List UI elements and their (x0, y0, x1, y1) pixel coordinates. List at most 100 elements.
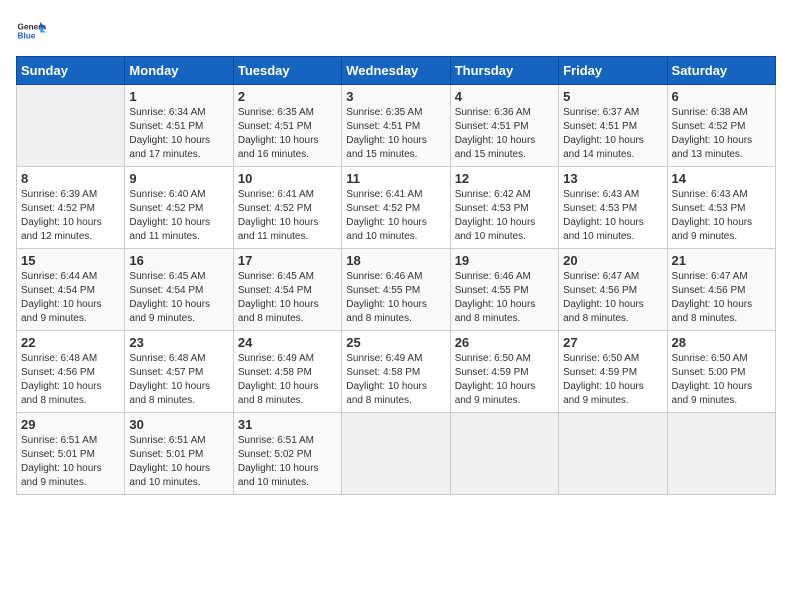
day-number: 19 (455, 253, 554, 268)
calendar-cell: 8 Sunrise: 6:39 AMSunset: 4:52 PMDaylight… (17, 167, 125, 249)
day-info: Sunrise: 6:51 AMSunset: 5:01 PMDaylight:… (129, 434, 228, 490)
day-number: 8 (21, 171, 120, 186)
day-number: 26 (455, 335, 554, 350)
day-info: Sunrise: 6:50 AMSunset: 4:59 PMDaylight:… (563, 352, 662, 408)
calendar-week-row: 22 Sunrise: 6:48 AMSunset: 4:56 PMDayligh… (17, 331, 776, 413)
day-number: 18 (346, 253, 445, 268)
calendar-cell: 3 Sunrise: 6:35 AMSunset: 4:51 PMDaylight… (342, 85, 450, 167)
day-info: Sunrise: 6:40 AMSunset: 4:52 PMDaylight:… (129, 188, 228, 244)
page-header: General Blue (16, 16, 776, 46)
day-info: Sunrise: 6:47 AMSunset: 4:56 PMDaylight:… (672, 270, 771, 326)
day-number: 5 (563, 89, 662, 104)
calendar-cell: 22 Sunrise: 6:48 AMSunset: 4:56 PMDayligh… (17, 331, 125, 413)
day-number: 17 (238, 253, 337, 268)
day-info: Sunrise: 6:50 AMSunset: 5:00 PMDaylight:… (672, 352, 771, 408)
calendar-cell (450, 413, 558, 495)
calendar-cell: 24Sunrise: 6:49 AMSunset: 4:58 PMDayligh… (233, 331, 341, 413)
day-number: 28 (672, 335, 771, 350)
day-number: 3 (346, 89, 445, 104)
day-header-tuesday: Tuesday (233, 57, 341, 85)
day-number: 2 (238, 89, 337, 104)
day-number: 12 (455, 171, 554, 186)
calendar-cell: 16 Sunrise: 6:45 AMSunset: 4:54 PMDayligh… (125, 249, 233, 331)
day-info: Sunrise: 6:37 AMSunset: 4:51 PMDaylight:… (563, 106, 662, 162)
day-info: Sunrise: 6:48 AMSunset: 4:56 PMDaylight:… (21, 352, 120, 408)
day-info: Sunrise: 6:50 AMSunset: 4:59 PMDaylight:… (455, 352, 554, 408)
day-number: 14 (672, 171, 771, 186)
logo-icon: General Blue (16, 16, 46, 46)
calendar-cell: 6 Sunrise: 6:38 AMSunset: 4:52 PMDaylight… (667, 85, 775, 167)
day-number: 11 (346, 171, 445, 186)
calendar-cell: 23 Sunrise: 6:48 AMSunset: 4:57 PMDayligh… (125, 331, 233, 413)
day-number: 22 (21, 335, 120, 350)
day-info: Sunrise: 6:39 AMSunset: 4:52 PMDaylight:… (21, 188, 120, 244)
calendar-cell (667, 413, 775, 495)
day-number: 27 (563, 335, 662, 350)
calendar-cell: 29 Sunrise: 6:51 AMSunset: 5:01 PMDayligh… (17, 413, 125, 495)
calendar-cell: 12 Sunrise: 6:42 AMSunset: 4:53 PMDayligh… (450, 167, 558, 249)
day-number: 4 (455, 89, 554, 104)
day-info: Sunrise: 6:46 AMSunset: 4:55 PMDaylight:… (455, 270, 554, 326)
day-number: 10 (238, 171, 337, 186)
calendar-cell: 31Sunrise: 6:51 AMSunset: 5:02 PMDayligh… (233, 413, 341, 495)
calendar-week-row: 1Sunrise: 6:34 AMSunset: 4:51 PMDaylight… (17, 85, 776, 167)
day-info: Sunrise: 6:49 AMSunset: 4:58 PMDaylight:… (346, 352, 445, 408)
day-info: Sunrise: 6:44 AMSunset: 4:54 PMDaylight:… (21, 270, 120, 326)
calendar-cell: 19 Sunrise: 6:46 AMSunset: 4:55 PMDayligh… (450, 249, 558, 331)
day-number: 13 (563, 171, 662, 186)
day-number: 21 (672, 253, 771, 268)
calendar-cell (17, 85, 125, 167)
day-number: 23 (129, 335, 228, 350)
day-number: 30 (129, 417, 228, 432)
calendar-cell (342, 413, 450, 495)
svg-text:Blue: Blue (18, 32, 36, 41)
day-info: Sunrise: 6:43 AMSunset: 4:53 PMDaylight:… (672, 188, 771, 244)
day-info: Sunrise: 6:45 AMSunset: 4:54 PMDaylight:… (238, 270, 337, 326)
calendar-week-row: 29 Sunrise: 6:51 AMSunset: 5:01 PMDayligh… (17, 413, 776, 495)
calendar-cell: 14 Sunrise: 6:43 AMSunset: 4:53 PMDayligh… (667, 167, 775, 249)
calendar-cell: 28 Sunrise: 6:50 AMSunset: 5:00 PMDayligh… (667, 331, 775, 413)
calendar-cell: 25 Sunrise: 6:49 AMSunset: 4:58 PMDayligh… (342, 331, 450, 413)
day-info: Sunrise: 6:41 AMSunset: 4:52 PMDaylight:… (346, 188, 445, 244)
calendar-cell: 2 Sunrise: 6:35 AMSunset: 4:51 PMDaylight… (233, 85, 341, 167)
day-info: Sunrise: 6:48 AMSunset: 4:57 PMDaylight:… (129, 352, 228, 408)
day-info: Sunrise: 6:38 AMSunset: 4:52 PMDaylight:… (672, 106, 771, 162)
calendar-cell: 15 Sunrise: 6:44 AMSunset: 4:54 PMDayligh… (17, 249, 125, 331)
calendar-cell: 26 Sunrise: 6:50 AMSunset: 4:59 PMDayligh… (450, 331, 558, 413)
calendar-week-row: 8 Sunrise: 6:39 AMSunset: 4:52 PMDaylight… (17, 167, 776, 249)
calendar-cell: 9Sunrise: 6:40 AMSunset: 4:52 PMDaylight… (125, 167, 233, 249)
day-info: Sunrise: 6:51 AMSunset: 5:01 PMDaylight:… (21, 434, 120, 490)
calendar-cell: 1Sunrise: 6:34 AMSunset: 4:51 PMDaylight… (125, 85, 233, 167)
day-info: Sunrise: 6:51 AMSunset: 5:02 PMDaylight:… (238, 434, 337, 490)
calendar-cell: 17 Sunrise: 6:45 AMSunset: 4:54 PMDayligh… (233, 249, 341, 331)
day-info: Sunrise: 6:41 AMSunset: 4:52 PMDaylight:… (238, 188, 337, 244)
day-info: Sunrise: 6:47 AMSunset: 4:56 PMDaylight:… (563, 270, 662, 326)
day-header-wednesday: Wednesday (342, 57, 450, 85)
logo: General Blue (16, 16, 46, 46)
day-number: 25 (346, 335, 445, 350)
day-info: Sunrise: 6:35 AMSunset: 4:51 PMDaylight:… (346, 106, 445, 162)
day-number: 6 (672, 89, 771, 104)
day-header-sunday: Sunday (17, 57, 125, 85)
calendar-cell (559, 413, 667, 495)
day-header-friday: Friday (559, 57, 667, 85)
calendar-cell: 13Sunrise: 6:43 AMSunset: 4:53 PMDayligh… (559, 167, 667, 249)
day-number: 15 (21, 253, 120, 268)
day-info: Sunrise: 6:35 AMSunset: 4:51 PMDaylight:… (238, 106, 337, 162)
calendar-cell: 21 Sunrise: 6:47 AMSunset: 4:56 PMDayligh… (667, 249, 775, 331)
day-number: 16 (129, 253, 228, 268)
calendar-table: SundayMondayTuesdayWednesdayThursdayFrid… (16, 56, 776, 495)
day-info: Sunrise: 6:36 AMSunset: 4:51 PMDaylight:… (455, 106, 554, 162)
day-number: 1 (129, 89, 228, 104)
calendar-cell: 4 Sunrise: 6:36 AMSunset: 4:51 PMDaylight… (450, 85, 558, 167)
calendar-cell: 30 Sunrise: 6:51 AMSunset: 5:01 PMDayligh… (125, 413, 233, 495)
day-info: Sunrise: 6:45 AMSunset: 4:54 PMDaylight:… (129, 270, 228, 326)
day-header-thursday: Thursday (450, 57, 558, 85)
day-info: Sunrise: 6:42 AMSunset: 4:53 PMDaylight:… (455, 188, 554, 244)
day-number: 24 (238, 335, 337, 350)
calendar-header-row: SundayMondayTuesdayWednesdayThursdayFrid… (17, 57, 776, 85)
calendar-cell: 20Sunrise: 6:47 AMSunset: 4:56 PMDayligh… (559, 249, 667, 331)
day-number: 29 (21, 417, 120, 432)
day-header-saturday: Saturday (667, 57, 775, 85)
day-info: Sunrise: 6:46 AMSunset: 4:55 PMDaylight:… (346, 270, 445, 326)
